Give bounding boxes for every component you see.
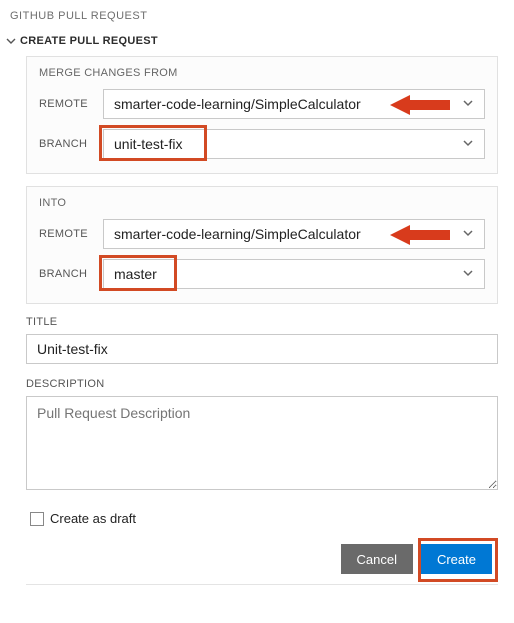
chevron-down-icon — [462, 227, 474, 242]
into-branch-label: BRANCH — [39, 268, 103, 280]
merge-from-title: MERGE CHANGES FROM — [39, 67, 485, 79]
create-button[interactable]: Create — [421, 544, 492, 574]
cancel-button[interactable]: Cancel — [341, 544, 413, 574]
footer: Cancel Create — [26, 544, 498, 574]
chevron-down-icon — [462, 267, 474, 282]
description-textarea[interactable] — [26, 396, 498, 490]
select-value: unit-test-fix — [114, 136, 182, 152]
into-remote-label: REMOTE — [39, 228, 103, 240]
select-value: master — [114, 266, 157, 282]
into-branch-select[interactable]: master — [103, 259, 485, 289]
description-label: DESCRIPTION — [26, 378, 498, 390]
annotation-arrow-icon — [390, 223, 450, 250]
merge-from-group: MERGE CHANGES FROM REMOTE smarter-code-l… — [26, 56, 498, 174]
create-as-draft-checkbox[interactable] — [30, 512, 44, 526]
select-value: smarter-code-learning/SimpleCalculator — [114, 226, 361, 242]
merge-from-remote-label: REMOTE — [39, 98, 103, 110]
chevron-down-icon — [4, 34, 18, 48]
select-value: smarter-code-learning/SimpleCalculator — [114, 96, 361, 112]
merge-from-branch-label: BRANCH — [39, 138, 103, 150]
chevron-down-icon — [462, 137, 474, 152]
divider — [26, 584, 498, 585]
title-label: TITLE — [26, 316, 498, 328]
annotation-arrow-icon — [390, 93, 450, 120]
section-label: CREATE PULL REQUEST — [20, 35, 158, 47]
merge-from-remote-select[interactable]: smarter-code-learning/SimpleCalculator — [103, 89, 485, 119]
panel-title: GITHUB PULL REQUEST — [0, 0, 514, 30]
into-remote-select[interactable]: smarter-code-learning/SimpleCalculator — [103, 219, 485, 249]
create-as-draft-label: Create as draft — [50, 511, 136, 526]
chevron-down-icon — [462, 97, 474, 112]
merge-from-branch-select[interactable]: unit-test-fix — [103, 129, 485, 159]
title-input[interactable] — [26, 334, 498, 364]
into-title: INTO — [39, 197, 485, 209]
section-toggle[interactable]: CREATE PULL REQUEST — [0, 30, 514, 56]
into-group: INTO REMOTE smarter-code-learning/Simple… — [26, 186, 498, 304]
